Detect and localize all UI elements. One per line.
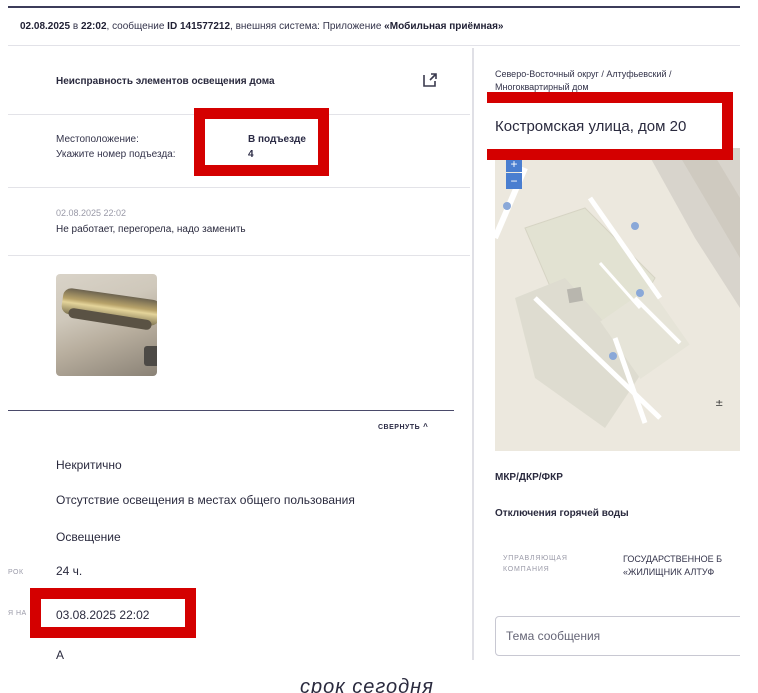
header-date: 02.08.2025: [20, 21, 71, 32]
location-label: Местоположение:: [56, 134, 139, 145]
map-view[interactable]: ± + −: [495, 148, 740, 451]
header-message-word: , сообщение: [106, 21, 165, 32]
comment-text: Не работает, перегорела, надо заменить: [56, 224, 246, 235]
category-value: Освещение: [56, 530, 121, 544]
address-panel: Северо-Восточный округ / Алтуфьевский / …: [487, 48, 740, 660]
criticality-value: Некритично: [56, 458, 122, 472]
divider: [8, 255, 470, 256]
deadline-caption: срок сегодня: [300, 676, 434, 693]
header-message-id: ID 141577212: [167, 21, 231, 32]
mc-value-line-2: «ЖИЛИЩНИК АЛТУФ: [623, 567, 715, 577]
message-header-text: 02.08.2025 в 22:02, сообщение ID 1415772…: [20, 21, 503, 32]
map-graphic: ±: [495, 148, 740, 451]
message-header-bar: 02.08.2025 в 22:02, сообщение ID 1415772…: [8, 6, 740, 46]
due-date-value: 03.08.2025 22:02: [56, 608, 150, 622]
svg-text:±: ±: [715, 398, 723, 409]
header-system-name: «Мобильная приёмная»: [384, 21, 504, 32]
cut-off-text: А: [56, 648, 65, 660]
divider: [8, 187, 470, 188]
chevron-up-icon: ^: [423, 422, 429, 431]
message-subject-input[interactable]: [495, 616, 740, 656]
entrance-value: 4: [248, 149, 254, 160]
mkr-heading: МКР/ДКР/ФКР: [495, 472, 563, 483]
collapse-label: СВЕРНУТЬ: [378, 424, 421, 431]
district-line-1: Северо-Восточный округ / Алтуфьевский /: [495, 69, 672, 79]
deadline-label: РОК: [8, 569, 24, 576]
photo-fixture: [144, 346, 157, 366]
mc-label-line-2: КОМПАНИЯ: [503, 566, 550, 573]
collapse-button[interactable]: СВЕРНУТЬ ^: [378, 422, 428, 431]
deadline-value: 24 ч.: [56, 564, 83, 578]
entrance-label: Укажите номер подъезда:: [56, 149, 176, 160]
mc-label-line-1: УПРАВЛЯЮЩАЯ: [503, 555, 568, 562]
section-divider: [8, 410, 454, 411]
comment-date: 02.08.2025 22:02: [56, 208, 127, 218]
header-system-text: , внешняя система: Приложение: [230, 21, 382, 32]
problem-value: Отсутствие освещения в местах общего пол…: [56, 493, 355, 507]
district-path: Северо-Восточный округ / Алтуфьевский / …: [495, 68, 725, 94]
mc-value-line-1: ГОСУДАРСТВЕННОЕ Б: [623, 554, 722, 564]
management-company-label: УПРАВЛЯЮЩАЯ КОМПАНИЯ: [503, 553, 568, 575]
open-external-icon[interactable]: [422, 72, 438, 88]
attached-photo[interactable]: [56, 274, 157, 376]
header-time: 22:02: [80, 21, 107, 32]
location-value: В подъезде: [248, 134, 306, 145]
management-company-value: ГОСУДАРСТВЕННОЕ Б «ЖИЛИЩНИК АЛТУФ: [623, 553, 722, 579]
issue-title: Неисправность элементов освещения дома: [56, 76, 275, 87]
hot-water-heading: Отключения горячей воды: [495, 508, 629, 519]
due-date-label: Я НА: [8, 610, 27, 617]
street-address: Костромская улица, дом 20: [495, 118, 687, 135]
message-details-panel: Неисправность элементов освещения дома М…: [8, 48, 474, 660]
header-in-word: в: [72, 21, 79, 32]
zoom-out-button[interactable]: −: [506, 173, 522, 189]
